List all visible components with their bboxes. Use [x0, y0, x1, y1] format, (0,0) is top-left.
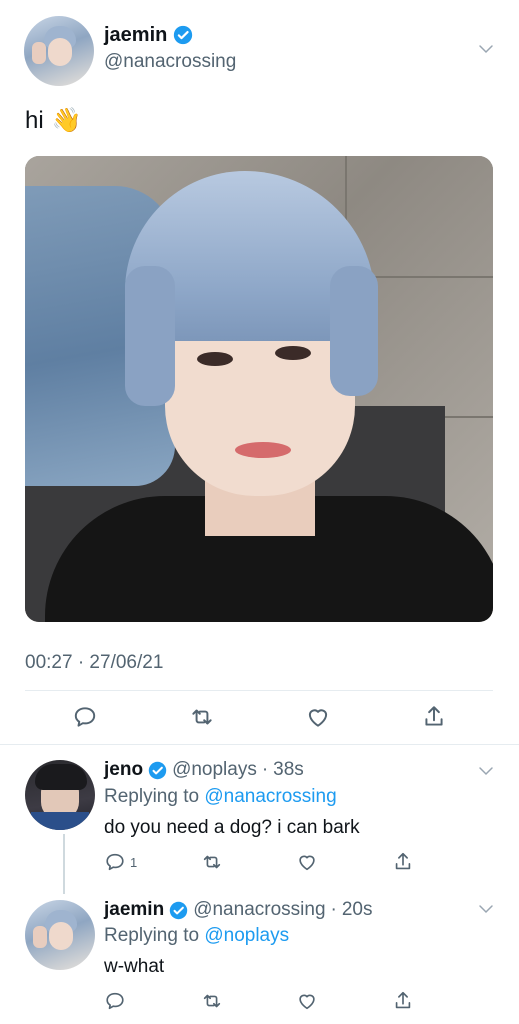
like-icon[interactable]: [296, 990, 318, 1012]
reply-text: w-what: [104, 956, 165, 977]
share-icon[interactable]: [392, 990, 414, 1012]
reply-icon[interactable]: [104, 990, 126, 1012]
reply-author-handle[interactable]: @noplays: [172, 759, 257, 781]
chevron-down-icon[interactable]: [477, 900, 495, 918]
like-icon[interactable]: [296, 851, 318, 873]
thread-connector-line: [63, 834, 65, 894]
reply-actions: 1: [104, 849, 414, 875]
reply-actions: [104, 988, 414, 1014]
retweet-icon[interactable]: [188, 704, 216, 730]
replying-to-handle[interactable]: @nanacrossing: [204, 786, 336, 807]
replying-to-prefix: Replying to: [104, 786, 200, 807]
replying-to-handle[interactable]: @noplays: [204, 925, 289, 946]
reply-text: do you need a dog? i can bark: [104, 817, 360, 838]
reply-author-handle[interactable]: @nanacrossing: [193, 899, 325, 921]
replying-to: Replying to @nanacrossing: [104, 786, 337, 808]
tweet-actions: [25, 700, 493, 734]
waving-hand-emoji: 👋: [51, 107, 82, 134]
display-name[interactable]: jaemin: [104, 24, 167, 47]
tweet-timestamp[interactable]: 00:27 · 27/06/21: [25, 652, 163, 674]
chevron-down-icon[interactable]: [477, 40, 495, 58]
reply-author-name[interactable]: jaemin: [104, 899, 164, 921]
retweet-icon[interactable]: [200, 851, 224, 873]
verified-badge-icon: [169, 901, 188, 919]
tweet-text: hi 👋: [25, 106, 82, 135]
reply-author-name[interactable]: jeno: [104, 759, 143, 781]
avatar-jeno[interactable]: [25, 760, 95, 830]
chevron-down-icon[interactable]: [477, 762, 495, 780]
replying-to: Replying to @noplays: [104, 925, 289, 947]
reply-count: 1: [130, 854, 138, 870]
verified-badge-icon: [174, 25, 193, 45]
reply-separator: ·: [261, 759, 269, 780]
reply-icon[interactable]: [72, 704, 98, 730]
avatar-jaemin[interactable]: [24, 16, 94, 86]
reply-time[interactable]: 38s: [273, 759, 304, 781]
like-icon[interactable]: [305, 704, 331, 730]
reply-separator: ·: [330, 899, 337, 920]
retweet-icon[interactable]: [200, 990, 224, 1012]
avatar-jaemin[interactable]: [25, 900, 95, 970]
tweet-text-body: hi: [25, 106, 44, 134]
share-icon[interactable]: [421, 704, 447, 730]
reply-button[interactable]: 1: [104, 851, 137, 873]
reply-icon: [106, 853, 124, 871]
share-icon[interactable]: [392, 851, 414, 873]
user-handle[interactable]: @nanacrossing: [104, 51, 236, 73]
reply-time[interactable]: 20s: [342, 899, 373, 921]
verified-badge-icon: [148, 761, 167, 779]
replying-to-prefix: Replying to: [104, 925, 200, 946]
tweet-media-photo[interactable]: [25, 156, 493, 622]
